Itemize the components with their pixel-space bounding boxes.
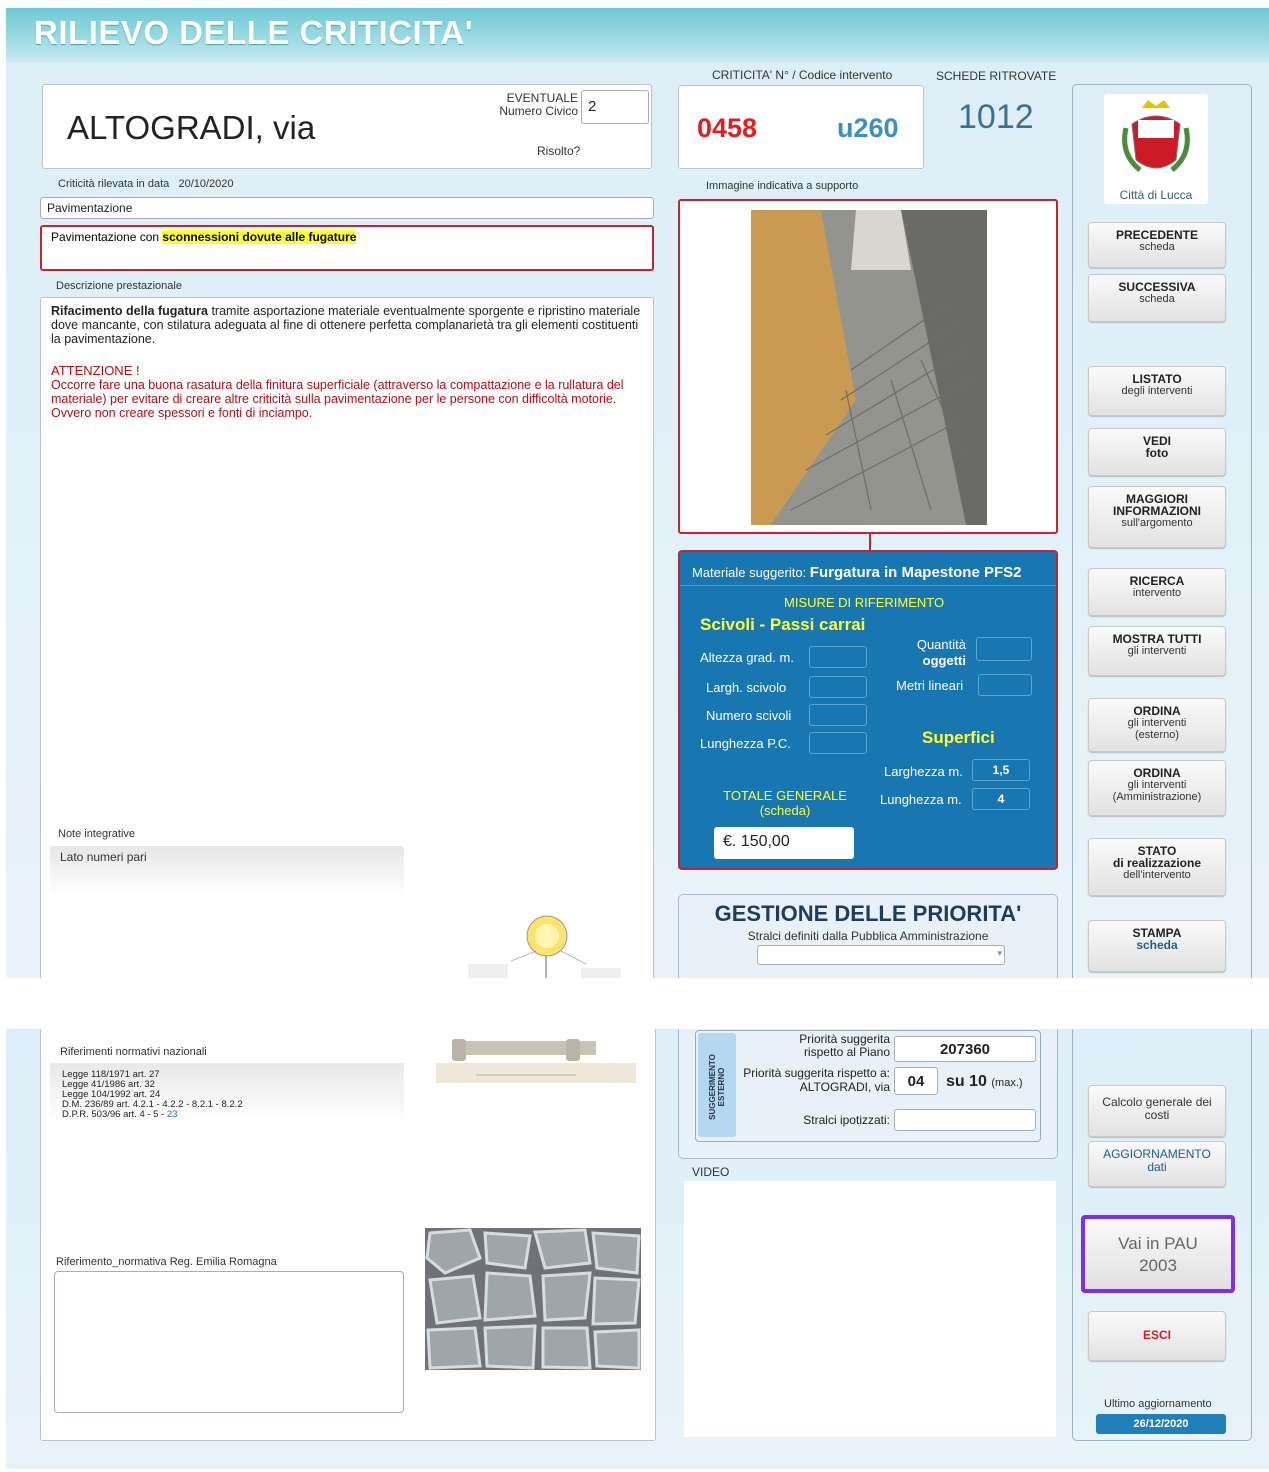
material-divider bbox=[680, 585, 1056, 586]
metri-input[interactable] bbox=[978, 674, 1032, 696]
schede-count: 1012 bbox=[958, 98, 1034, 136]
vai-in-pau-button[interactable]: Vai in PAU 2003 bbox=[1081, 1215, 1235, 1293]
stralci-label: Stralci ipotizzati: bbox=[803, 1113, 890, 1127]
quantita-input[interactable] bbox=[976, 637, 1032, 661]
stampa-button[interactable]: STAMPA scheda bbox=[1088, 920, 1226, 972]
video-area[interactable] bbox=[684, 1181, 1056, 1437]
numero-label: Numero scivoli bbox=[706, 708, 792, 723]
dpr-link[interactable]: 23 bbox=[167, 1109, 178, 1120]
aggiornamento-button[interactable]: AGGIORNAMENTO dati bbox=[1088, 1141, 1226, 1187]
notes-label: Note integrative bbox=[58, 828, 136, 840]
video-label: VIDEO bbox=[692, 1165, 730, 1179]
page-title: RILIEVO DELLE CRITICITA' bbox=[34, 14, 474, 51]
top-screen: RILIEVO DELLE CRITICITA' ALTOGRADI, via … bbox=[6, 8, 1269, 978]
priority-subtitle: Stralci definiti dalla Pubblica Amminist… bbox=[747, 929, 989, 943]
notes-field[interactable]: Lato numeri pari bbox=[50, 846, 404, 978]
rif-reg-label: Riferimento_normativa Reg. Emilia Romagn… bbox=[56, 1256, 277, 1268]
stralci-input[interactable] bbox=[894, 1109, 1036, 1131]
schede-header: SCHEDE RITROVATE bbox=[936, 69, 1057, 83]
p2-label: Priorità suggerita rispetto a: ALTOGRADI,… bbox=[743, 1066, 890, 1094]
detection-date: Criticità rilevata in data 20/10/2020 bbox=[58, 178, 234, 190]
title-banner: RILIEVO DELLE CRITICITA' bbox=[6, 8, 1269, 62]
p2-su: su 10 (max.) bbox=[946, 1073, 1023, 1090]
lung-pc-input[interactable] bbox=[809, 732, 867, 754]
problem-field[interactable]: Pavimentazione con sconnessioni dovute a… bbox=[40, 225, 654, 271]
description-label: Descrizione prestazionale bbox=[56, 280, 182, 292]
superfici-heading: Superfici bbox=[922, 728, 995, 747]
quantita-label: Quantità oggetti bbox=[916, 637, 966, 668]
section-diagram bbox=[416, 1029, 650, 1167]
address-box: ALTOGRADI, via EVENTUALE Numero Civico 2 … bbox=[42, 84, 652, 169]
listato-button[interactable]: LISTATO degli interventi bbox=[1088, 366, 1226, 416]
lunghezza-input[interactable]: 4 bbox=[972, 788, 1030, 810]
totale-value: €. 150,00 bbox=[714, 827, 854, 859]
vedi-foto-button[interactable]: VEDI foto bbox=[1088, 428, 1226, 476]
material-panel: Materiale suggerito: Furgatura in Mapest… bbox=[678, 550, 1058, 870]
chevron-down-icon: ▾ bbox=[997, 948, 1002, 958]
lunghezza-label: Lunghezza m. bbox=[880, 792, 962, 807]
vertical-tag: SUGGERIMENTO ESTERNO bbox=[698, 1033, 736, 1137]
civico-input[interactable]: 2 bbox=[581, 90, 649, 124]
largh-label: Largh. scivolo bbox=[706, 680, 787, 695]
successiva-button[interactable]: SUCCESSIVA scheda bbox=[1088, 274, 1226, 322]
rif-naz-label: Riferimenti normativi nazionali bbox=[60, 1046, 207, 1058]
risolto-label[interactable]: Risolto? bbox=[537, 144, 580, 158]
coat-of-arms-icon bbox=[1122, 100, 1190, 172]
street-photo bbox=[751, 210, 987, 525]
intervention-code: u260 bbox=[837, 113, 899, 143]
ricerca-button[interactable]: RICERCA intervento bbox=[1088, 568, 1226, 616]
image-label: Immagine indicativa a supporto bbox=[706, 180, 859, 192]
civico-label: EVENTUALE Numero Civico bbox=[499, 91, 578, 118]
rif-naz-list: Legge 118/1971 art. 27 Legge 41/1986 art.… bbox=[50, 1063, 404, 1183]
ordina-esterno-button[interactable]: ORDINA gli interventi (esterno) bbox=[1088, 698, 1226, 752]
street-name: ALTOGRADI, via bbox=[67, 109, 316, 146]
precedente-button[interactable]: PRECEDENTE scheda bbox=[1088, 222, 1226, 268]
material-line: Materiale suggerito: Furgatura in Mapest… bbox=[692, 564, 1022, 581]
lung-pc-label: Lunghezza P.C. bbox=[700, 736, 791, 751]
suggestion-box: SUGGERIMENTO ESTERNO Priorità suggerita r… bbox=[695, 1030, 1041, 1142]
stato-button[interactable]: STATO di realizzazione dell'intervento bbox=[1088, 838, 1226, 896]
stone-pavement-photo bbox=[425, 1228, 641, 1370]
ultimo-date: 26/12/2020 bbox=[1096, 1414, 1226, 1434]
priority-panel: GESTIONE DELLE PRIORITA' Stralci definit… bbox=[678, 894, 1058, 978]
scivoli-heading: Scivoli - Passi carrai bbox=[700, 615, 866, 634]
numero-input[interactable] bbox=[809, 704, 867, 726]
support-photo-frame bbox=[678, 199, 1058, 534]
category-field[interactable]: Pavimentazione bbox=[40, 197, 654, 219]
diagram-image bbox=[416, 846, 650, 978]
codes-header: CRITICITA' N° / Codice intervento bbox=[712, 68, 893, 82]
p2-value[interactable]: 04 bbox=[894, 1067, 938, 1095]
ultimo-label: Ultimo aggiornamento bbox=[1104, 1398, 1212, 1410]
ordina-amministrazione-button[interactable]: ORDINA gli interventi (Amministrazione) bbox=[1088, 760, 1226, 816]
maggiori-info-button[interactable]: MAGGIORI INFORMAZIONI sull'argomento bbox=[1088, 486, 1226, 548]
altezza-label: Altezza grad. m. bbox=[700, 650, 794, 665]
connector-line bbox=[869, 534, 871, 550]
misure-heading: MISURE DI RIFERIMENTO bbox=[784, 595, 945, 610]
critic-number: 0458 bbox=[697, 113, 758, 143]
mostra-tutti-button[interactable]: MOSTRA TUTTI gli interventi bbox=[1088, 626, 1226, 676]
priority-panel-lower: SUGGERIMENTO ESTERNO Priorità suggerita r… bbox=[678, 1029, 1058, 1159]
codes-box: 0458 u260 bbox=[678, 85, 924, 169]
vertical-tag-text: SUGGERIMENTO ESTERNO bbox=[708, 1054, 726, 1120]
calcolo-button[interactable]: Calcolo generale dei costi bbox=[1088, 1085, 1226, 1137]
esci-button[interactable]: ESCI bbox=[1088, 1311, 1226, 1361]
city-logo: Città di Lucca bbox=[1104, 94, 1208, 204]
p1-value[interactable]: 207360 bbox=[894, 1036, 1036, 1062]
stralci-select[interactable]: ▾ bbox=[757, 945, 1005, 965]
altezza-input[interactable] bbox=[809, 646, 867, 668]
rif-reg-field[interactable] bbox=[54, 1271, 404, 1413]
bottom-screen: Riferimenti normativi nazionali Legge 11… bbox=[6, 1029, 1269, 1469]
priority-title: GESTIONE DELLE PRIORITA' bbox=[714, 901, 1022, 926]
largh-input[interactable] bbox=[809, 676, 867, 698]
p1-label: Priorità suggerita rispetto al Piano bbox=[799, 1032, 890, 1059]
larghezza-label: Larghezza m. bbox=[884, 764, 963, 779]
totale-label: TOTALE GENERALE (scheda) bbox=[723, 788, 847, 818]
metri-label: Metri lineari bbox=[896, 678, 964, 693]
larghezza-input[interactable]: 1,5 bbox=[972, 759, 1030, 781]
city-name: Città di Lucca bbox=[1119, 188, 1193, 202]
